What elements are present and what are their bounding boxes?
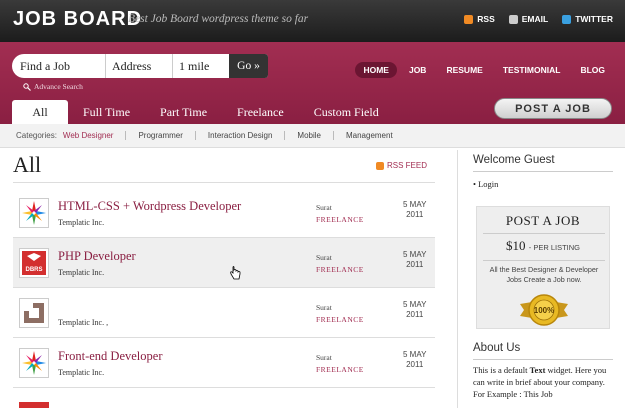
company-name: Templatic Inc. bbox=[58, 218, 105, 227]
nav-testimonial[interactable]: TESTIMONIAL bbox=[495, 62, 569, 78]
dbrs-logo-icon: DBRS bbox=[19, 248, 49, 278]
job-title-link[interactable]: HTML-CSS + Wordpress Developer bbox=[58, 199, 241, 214]
badge-text: 100% bbox=[534, 306, 554, 315]
divider bbox=[483, 233, 605, 234]
site-tagline: Best Job Board wordpress theme so far bbox=[128, 13, 309, 25]
go-button[interactable]: Go » bbox=[229, 54, 268, 78]
table-row[interactable]: HTML-CSS + Wordpress Developer Templatic… bbox=[13, 188, 435, 238]
top-bar: JOB BOARD Best Job Board wordpress theme… bbox=[0, 0, 625, 42]
listing-price: $10 - PER LISTING bbox=[505, 238, 580, 253]
job-date: 5 MAY 2011 bbox=[403, 250, 427, 269]
page-title: All bbox=[13, 152, 42, 177]
job-location: Surat bbox=[316, 303, 332, 312]
tab-freelance[interactable]: Freelance bbox=[222, 100, 299, 124]
divider bbox=[473, 171, 613, 172]
magnifier-icon bbox=[23, 82, 31, 91]
company-name: Templatic Inc. bbox=[58, 268, 105, 277]
about-text: This is a default Text widget. Here you … bbox=[473, 365, 607, 399]
job-type: FREELANCE bbox=[316, 215, 364, 224]
nav-home[interactable]: HOME bbox=[355, 62, 397, 78]
top-links: RSS EMAIL TWITTER bbox=[464, 14, 613, 24]
job-date: 5 MAY 2011 bbox=[403, 300, 427, 319]
category-mobile[interactable]: Mobile bbox=[285, 131, 334, 140]
sidebar-divider bbox=[457, 150, 458, 408]
guarantee-badge-icon: 100% bbox=[518, 292, 570, 328]
company-name: Templatic Inc. bbox=[58, 368, 105, 377]
twitter-link[interactable]: TWITTER bbox=[562, 14, 613, 24]
divider bbox=[483, 260, 605, 261]
distance-select[interactable]: 1 mile bbox=[173, 54, 231, 78]
site-logo[interactable]: JOB BOARD bbox=[13, 8, 142, 31]
category-interaction-design[interactable]: Interaction Design bbox=[196, 131, 286, 140]
email-link[interactable]: EMAIL bbox=[508, 14, 548, 24]
login-link[interactable]: • Login bbox=[473, 179, 498, 189]
company-logo-icon bbox=[19, 402, 49, 408]
tab-all[interactable]: All bbox=[12, 100, 68, 124]
job-type: FREELANCE bbox=[316, 365, 364, 374]
divider bbox=[13, 182, 435, 183]
tab-custom-field[interactable]: Custom Field bbox=[299, 100, 394, 124]
tab-part-time[interactable]: Part Time bbox=[145, 100, 222, 124]
email-icon bbox=[508, 14, 518, 24]
star-logo-icon bbox=[19, 348, 49, 378]
divider bbox=[473, 359, 613, 360]
category-programmer[interactable]: Programmer bbox=[126, 131, 196, 140]
tab-full-time[interactable]: Full Time bbox=[68, 100, 145, 124]
job-type: FREELANCE bbox=[316, 265, 364, 274]
welcome-heading: Welcome Guest bbox=[473, 154, 555, 166]
nav-resume[interactable]: RESUME bbox=[438, 62, 490, 78]
job-date: 5 MAY 2011 bbox=[403, 200, 427, 219]
category-bar: Categories: Web Designer Programmer Inte… bbox=[0, 124, 625, 148]
nav-job[interactable]: JOB bbox=[401, 62, 434, 78]
job-search-input[interactable]: Find a Job bbox=[12, 54, 106, 78]
job-location: Surat bbox=[316, 253, 332, 262]
category-management[interactable]: Management bbox=[334, 131, 405, 140]
categories-label: Categories: bbox=[16, 131, 57, 140]
advance-search-link[interactable]: Advance Search bbox=[23, 82, 83, 91]
job-type-tabs: All Full Time Part Time Freelance Custom… bbox=[12, 100, 394, 124]
rss-feed-link[interactable]: RSS FEED bbox=[376, 161, 427, 170]
post-job-description: All the Best Designer & Developer Jobs C… bbox=[489, 265, 599, 284]
job-title-link[interactable]: PHP Developer bbox=[58, 249, 136, 264]
table-row[interactable]: Front-end Developer Templatic Inc. Surat… bbox=[13, 338, 435, 388]
hand-cursor-icon bbox=[230, 266, 241, 280]
post-job-widget: POST A JOB $10 - PER LISTING All the Bes… bbox=[476, 206, 610, 329]
post-job-title[interactable]: POST A JOB bbox=[477, 213, 609, 229]
job-location: Surat bbox=[316, 203, 332, 212]
rss-link[interactable]: RSS bbox=[464, 14, 495, 24]
main-nav: HOME JOB RESUME TESTIMONIAL BLOG bbox=[355, 62, 613, 78]
svg-text:DBRS: DBRS bbox=[25, 267, 42, 273]
job-list: HTML-CSS + Wordpress Developer Templatic… bbox=[13, 188, 435, 388]
job-location: Surat bbox=[316, 353, 332, 362]
job-title-link[interactable]: Front-end Developer bbox=[58, 349, 162, 364]
rss-icon bbox=[376, 161, 384, 170]
post-job-button[interactable]: POST A JOB bbox=[494, 98, 612, 119]
nav-blog[interactable]: BLOG bbox=[572, 62, 613, 78]
star-logo-icon bbox=[19, 198, 49, 228]
address-input[interactable]: Address bbox=[106, 54, 173, 78]
twitter-icon bbox=[562, 14, 572, 24]
category-web-designer[interactable]: Web Designer bbox=[57, 131, 127, 140]
company-name: Templatic Inc. , bbox=[58, 318, 109, 327]
d-logo-icon bbox=[19, 298, 49, 328]
about-heading: About Us bbox=[473, 342, 521, 354]
rss-icon bbox=[464, 14, 474, 24]
job-type: FREELANCE bbox=[316, 315, 364, 324]
job-date: 5 MAY 2011 bbox=[403, 350, 427, 369]
table-row[interactable]: Templatic Inc. , Surat FREELANCE 5 MAY 20… bbox=[13, 288, 435, 338]
table-row[interactable]: DBRS PHP Developer Templatic Inc. Surat … bbox=[13, 238, 435, 288]
partial-row bbox=[13, 388, 435, 408]
